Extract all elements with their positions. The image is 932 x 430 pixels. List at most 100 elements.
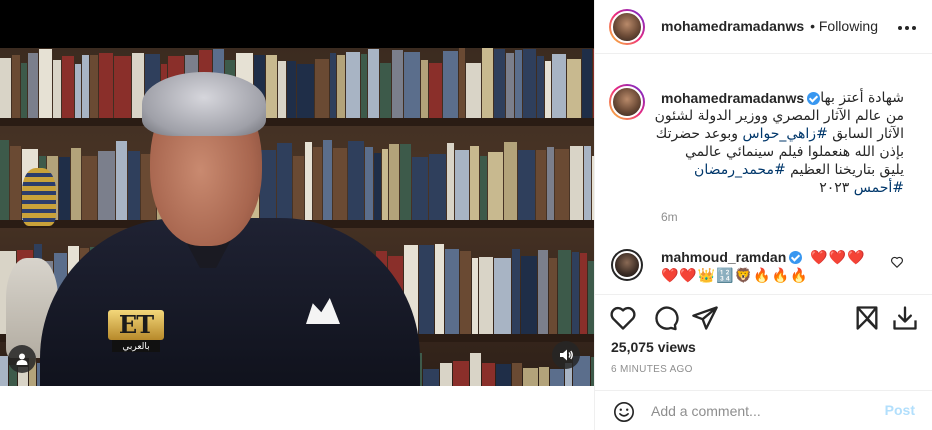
book-spine xyxy=(361,54,367,118)
book-spine xyxy=(62,56,74,118)
video-letterbox-top xyxy=(0,0,594,48)
book-spine xyxy=(459,48,465,118)
book-spine xyxy=(584,146,591,220)
book-spine xyxy=(404,52,420,118)
save-bookmark-icon[interactable] xyxy=(891,304,919,332)
book-spine xyxy=(128,151,140,220)
book-spine xyxy=(512,249,520,334)
book-spine xyxy=(482,363,495,386)
post-comment-button[interactable]: Post xyxy=(885,402,915,418)
shelf-board xyxy=(0,118,594,126)
book-spine xyxy=(346,52,360,118)
more-options-icon[interactable] xyxy=(895,16,919,40)
post-video[interactable]: ET بالعربي xyxy=(0,0,594,386)
book-spine xyxy=(545,61,551,118)
volume-icon xyxy=(560,349,573,361)
author-avatar[interactable] xyxy=(609,9,645,45)
caption-line-2: من عالم الآثار المصري ووزير الدولة لشئون xyxy=(654,108,904,124)
comment-bubble-icon[interactable] xyxy=(651,304,679,332)
book-spine xyxy=(374,153,381,220)
book-spine xyxy=(82,55,89,118)
emoji-smiley-icon[interactable] xyxy=(613,401,635,423)
book-spine xyxy=(260,150,276,220)
book-spine xyxy=(558,250,571,334)
following-button[interactable]: Following xyxy=(819,18,878,34)
book-spine xyxy=(547,147,554,220)
book-spine xyxy=(567,59,581,118)
book-spine xyxy=(423,369,439,386)
book-spine xyxy=(494,49,505,118)
book-spine xyxy=(0,356,8,386)
post-header: mohamedramadanws • Following xyxy=(595,0,932,54)
book-spine xyxy=(90,55,98,118)
book-spine xyxy=(460,251,471,334)
book-spine xyxy=(10,146,21,220)
book-spine xyxy=(266,55,277,118)
book-spine xyxy=(297,64,314,118)
like-heart-icon[interactable] xyxy=(609,304,637,332)
book-spine xyxy=(421,60,428,118)
header-separator: • xyxy=(810,18,815,34)
comment-input[interactable] xyxy=(651,399,871,423)
book-spine xyxy=(504,142,517,220)
book-spine xyxy=(99,53,113,118)
post-sidebar: mohamedramadanws • Following شهادة أعتز … xyxy=(594,0,932,430)
book-spine xyxy=(277,143,292,220)
book-spine xyxy=(114,56,131,118)
share-paper-plane-icon[interactable] xyxy=(691,304,719,332)
book-spine xyxy=(0,58,11,118)
hashtag-ahmose[interactable]: #أحمس xyxy=(854,180,904,196)
book-spine xyxy=(580,253,587,334)
book-spine xyxy=(419,245,434,334)
book-spine xyxy=(315,59,329,118)
book-spine xyxy=(472,258,478,334)
author-username[interactable]: mohamedramadanws xyxy=(661,18,804,34)
hashtag-zahi-hawass[interactable]: #زاهي_حواس xyxy=(743,126,828,142)
caption-line-1: شهادة أعتز بها xyxy=(820,90,904,106)
igtv-icon[interactable] xyxy=(853,304,881,332)
book-spine xyxy=(28,53,38,118)
instagram-post-modal: ET بالعربي mohamedramadanws • Following xyxy=(0,0,932,430)
mute-button[interactable] xyxy=(552,341,580,369)
book-spine xyxy=(549,258,557,334)
commenter-username[interactable]: mahmoud_ramdan xyxy=(661,249,786,265)
caption-line-4: بإذن الله هنعملوا فيلم سينمائي عالمي xyxy=(684,144,904,160)
posted-time[interactable]: 6 MINUTES AGO xyxy=(611,364,693,375)
book-spine xyxy=(293,156,304,220)
book-spine xyxy=(389,144,399,220)
view-count[interactable]: 25,075 views xyxy=(611,339,696,355)
book-spine xyxy=(570,146,583,220)
book-spine xyxy=(82,156,97,220)
book-spine xyxy=(538,250,548,334)
caption-username[interactable]: mohamedramadanws xyxy=(661,90,804,106)
book-spine xyxy=(429,63,442,118)
book-spine xyxy=(518,150,535,220)
book-spine xyxy=(582,49,592,118)
book-spine xyxy=(392,50,403,118)
book-spine xyxy=(488,152,503,220)
book-spine xyxy=(496,364,511,386)
caption-time[interactable]: 6m xyxy=(661,210,678,224)
person-hair xyxy=(142,72,266,136)
book-spine xyxy=(365,147,373,220)
book-spine xyxy=(337,55,345,118)
book-spine xyxy=(494,258,511,334)
book-spine xyxy=(515,50,522,118)
book-spine xyxy=(368,49,379,118)
user-tags-button[interactable] xyxy=(8,345,36,373)
book-spine xyxy=(523,368,538,386)
book-spine xyxy=(506,53,514,118)
book-spine xyxy=(512,363,522,386)
book-spine xyxy=(555,149,569,220)
book-spine xyxy=(435,244,444,334)
book-spine xyxy=(348,141,364,220)
book-spine xyxy=(0,140,9,220)
book-spine xyxy=(305,142,312,220)
book-spine xyxy=(453,361,469,386)
book-spine xyxy=(466,63,481,118)
hashtag-mohamed-ramadan[interactable]: #محمد_رمضان xyxy=(694,162,786,178)
commenter-avatar[interactable] xyxy=(611,249,643,281)
book-spine xyxy=(412,157,428,220)
comment-emoji-line-2: ❤️❤️👑🔢🦁🔥🔥🔥 xyxy=(661,267,809,283)
like-comment-heart-icon[interactable] xyxy=(890,255,904,269)
